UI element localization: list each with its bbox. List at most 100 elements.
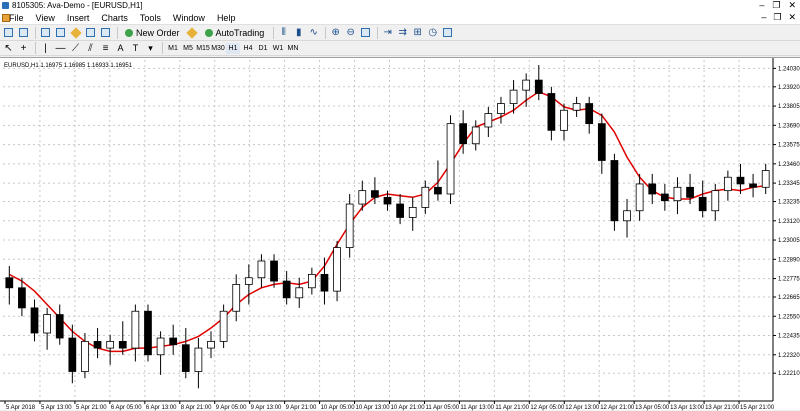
candle-body-bull xyxy=(345,203,354,248)
candle-body-bull xyxy=(635,183,644,212)
price-tick-label: 1.23805 xyxy=(778,104,800,110)
data-window-icon xyxy=(56,28,65,37)
candle xyxy=(194,338,203,389)
candle xyxy=(244,264,253,305)
candle-body-bear xyxy=(5,277,14,289)
candle-body-bear xyxy=(270,260,278,282)
autotrading-icon xyxy=(204,28,213,37)
chart-window[interactable]: 1.24030 1.23920 1.23805 1.23690 1.23575 1.234… xyxy=(0,57,800,411)
menu-insert[interactable]: Insert xyxy=(61,11,96,25)
candle xyxy=(219,304,228,349)
time-tick-label: 13 Apr 05:00 xyxy=(635,405,670,411)
time-tick-label: 10 Apr 13:00 xyxy=(356,405,391,411)
minimize-button[interactable]: – xyxy=(759,0,764,11)
maximize-button[interactable]: ❐ xyxy=(772,0,780,11)
timeframe-m1[interactable]: M1 xyxy=(166,43,180,54)
tile-windows-button[interactable] xyxy=(359,26,372,39)
price-tick-label: 1.22320 xyxy=(778,353,800,359)
candlesticks-button[interactable]: ▮ xyxy=(292,26,305,39)
bar-chart-button[interactable]: ⫴ xyxy=(277,26,290,39)
new-order-button[interactable]: New Order xyxy=(121,26,184,39)
candle xyxy=(623,199,631,238)
arrows-tool[interactable]: ▾ xyxy=(144,42,157,55)
menu-charts[interactable]: Charts xyxy=(95,11,134,25)
chart-shift-button[interactable]: ⇥ xyxy=(381,26,394,39)
horizontal-line-tool[interactable]: — xyxy=(54,42,67,55)
crosshair-tool[interactable]: + xyxy=(17,42,30,55)
menu-view[interactable]: View xyxy=(30,11,61,25)
timeframe-w1[interactable]: W1 xyxy=(271,43,285,54)
text-label-tool[interactable]: T xyxy=(129,42,142,55)
trendline-tool[interactable]: ⟋ xyxy=(69,42,82,55)
candle-body-bear xyxy=(55,314,64,339)
terminal-button[interactable] xyxy=(84,26,97,39)
data-window-button[interactable] xyxy=(54,26,67,39)
vertical-line-tool[interactable]: | xyxy=(39,42,52,55)
autoscroll-button[interactable]: ⇉ xyxy=(396,26,409,39)
menu-tools[interactable]: Tools xyxy=(134,11,167,25)
new-order-icon xyxy=(125,28,133,37)
price-chart[interactable]: 1.24030 1.23920 1.23805 1.23690 1.23575 1.234… xyxy=(0,58,800,411)
timeframe-m5[interactable]: M5 xyxy=(181,43,195,54)
candle-body-bull xyxy=(711,190,720,212)
candle xyxy=(320,257,329,305)
navigator-button[interactable] xyxy=(69,26,82,39)
candle-body-bull xyxy=(207,340,215,349)
close-button[interactable]: ✕ xyxy=(788,0,796,11)
fibonacci-tool[interactable]: ≡ xyxy=(99,42,112,55)
zoom-in-button[interactable]: ⊕ xyxy=(329,26,342,39)
timeframe-d1[interactable]: D1 xyxy=(256,43,270,54)
tester-button[interactable] xyxy=(99,26,112,39)
autotrading-button[interactable]: AutoTrading xyxy=(201,26,269,39)
candle-body-bull xyxy=(81,340,89,372)
price-tick-label: 1.22775 xyxy=(778,277,800,283)
text-tool[interactable]: A xyxy=(114,42,127,55)
tile-windows-icon xyxy=(361,28,371,37)
templates-icon xyxy=(443,28,453,37)
time-tick-label: 10 Apr 05:00 xyxy=(321,405,356,411)
menu-help[interactable]: Help xyxy=(211,11,242,25)
chart-document-icon[interactable] xyxy=(2,14,10,22)
timeframe-h4[interactable]: H4 xyxy=(241,43,255,54)
metaeditor-button[interactable] xyxy=(186,26,199,39)
chart-restore-button[interactable]: ❐ xyxy=(773,12,781,23)
indicators-button[interactable]: ⊞ xyxy=(411,26,424,39)
chart-close-button[interactable]: ✕ xyxy=(788,12,796,23)
candle xyxy=(345,193,354,258)
new-chart-icon xyxy=(4,28,13,37)
market-watch-icon xyxy=(41,28,50,37)
channel-tool[interactable]: ⫽ xyxy=(84,42,97,55)
timeframe-m15[interactable]: M15 xyxy=(196,43,210,54)
chart-minimize-button[interactable]: – xyxy=(761,12,766,23)
timeframe-h1[interactable]: H1 xyxy=(226,42,240,54)
templates-button[interactable] xyxy=(441,26,454,39)
zoom-out-button[interactable]: ⊖ xyxy=(344,26,357,39)
candle xyxy=(560,103,568,141)
cursor-tool[interactable]: ↖ xyxy=(2,42,15,55)
time-tick-label: 9 Apr 21:00 xyxy=(286,405,317,411)
terminal-icon xyxy=(86,28,95,37)
market-watch-button[interactable] xyxy=(39,26,52,39)
price-axis: 1.24030 1.23920 1.23805 1.23690 1.23575 1.234… xyxy=(772,58,800,401)
timeframe-m30[interactable]: M30 xyxy=(211,43,225,54)
title-bar: 8105305: Ava-Demo - [EURUSD,H1] – ❐ ✕ xyxy=(0,0,800,11)
time-tick-label: 12 Apr 05:00 xyxy=(530,405,565,411)
new-chart-button[interactable] xyxy=(2,26,15,39)
candle xyxy=(93,327,102,359)
candle-body-bull xyxy=(471,126,480,145)
profiles-button[interactable] xyxy=(17,26,30,39)
price-tick-label: 1.22435 xyxy=(778,334,800,340)
periods-button[interactable]: ◷ xyxy=(426,26,439,39)
timeframe-mn[interactable]: MN xyxy=(286,43,300,54)
candle xyxy=(547,86,556,141)
candle-body-bull xyxy=(131,310,140,349)
candle-body-bear xyxy=(698,196,707,212)
menu-window[interactable]: Window xyxy=(167,11,211,25)
time-tick-label: 6 Apr 05:00 xyxy=(111,405,142,411)
candle-body-bear xyxy=(396,203,404,218)
candle xyxy=(408,197,417,231)
candle-body-bear xyxy=(434,186,442,195)
line-chart-button[interactable]: ∿ xyxy=(307,26,320,39)
candle xyxy=(307,267,316,295)
candle-body-bull xyxy=(232,284,241,312)
